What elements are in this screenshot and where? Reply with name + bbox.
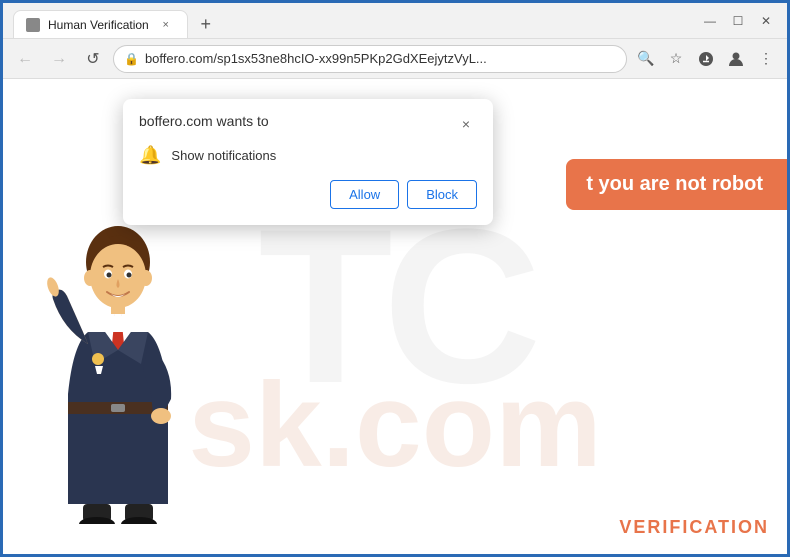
popup-header: boffero.com wants to × bbox=[139, 113, 477, 135]
active-tab[interactable]: Human Verification × bbox=[13, 10, 188, 38]
address-bar: ← → ↺ 🔒 boffero.com/sp1sx53ne8hcIO-xx99n… bbox=[3, 39, 787, 79]
close-button[interactable]: ✕ bbox=[755, 10, 777, 32]
browser-window: Human Verification × + — ☐ ✕ ← → ↺ 🔒 bof… bbox=[0, 0, 790, 557]
block-button[interactable]: Block bbox=[407, 180, 477, 209]
window-controls: — ☐ ✕ bbox=[699, 10, 777, 32]
bookmark-button[interactable]: ☆ bbox=[663, 46, 689, 72]
verification-label: VERIFICATION bbox=[619, 517, 769, 538]
popup-close-button[interactable]: × bbox=[455, 113, 477, 135]
tab-close-button[interactable]: × bbox=[157, 16, 175, 34]
popup-actions: Allow Block bbox=[139, 180, 477, 209]
url-bar[interactable]: 🔒 boffero.com/sp1sx53ne8hcIO-xx99n5PKp2G… bbox=[113, 45, 627, 73]
search-button[interactable]: 🔍 bbox=[633, 46, 659, 72]
page-content: TC sk.com t you are not robot bbox=[3, 79, 787, 554]
notification-popup: boffero.com wants to × 🔔 Show notificati… bbox=[123, 99, 493, 225]
minimize-button[interactable]: — bbox=[699, 10, 721, 32]
tab-favicon bbox=[26, 18, 40, 32]
new-tab-button[interactable]: + bbox=[192, 10, 220, 38]
account-icon[interactable] bbox=[723, 46, 749, 72]
url-actions: 🔍 ☆ ⋮ bbox=[633, 46, 779, 72]
popup-title: boffero.com wants to bbox=[139, 113, 269, 129]
bell-icon: 🔔 bbox=[139, 145, 161, 166]
refresh-button[interactable]: ↺ bbox=[79, 45, 107, 73]
title-bar: Human Verification × + — ☐ ✕ bbox=[3, 3, 787, 39]
watermark-tc: TC bbox=[258, 196, 531, 416]
popup-notification-row: 🔔 Show notifications bbox=[139, 145, 477, 166]
tab-area: Human Verification × + bbox=[13, 3, 689, 38]
allow-button[interactable]: Allow bbox=[330, 180, 399, 209]
lock-icon: 🔒 bbox=[124, 52, 139, 66]
url-text: boffero.com/sp1sx53ne8hcIO-xx99n5PKp2GdX… bbox=[145, 51, 616, 66]
back-button[interactable]: ← bbox=[11, 45, 39, 73]
chrome-menu-button[interactable]: ⋮ bbox=[753, 46, 779, 72]
forward-button[interactable]: → bbox=[45, 45, 73, 73]
watermark-sk: sk.com bbox=[188, 356, 602, 494]
download-icon[interactable] bbox=[693, 46, 719, 72]
robot-verification-button[interactable]: t you are not robot bbox=[566, 159, 787, 210]
maximize-button[interactable]: ☐ bbox=[727, 10, 749, 32]
person-illustration bbox=[33, 214, 213, 534]
notification-label: Show notifications bbox=[171, 148, 276, 163]
tab-title: Human Verification bbox=[48, 18, 149, 32]
